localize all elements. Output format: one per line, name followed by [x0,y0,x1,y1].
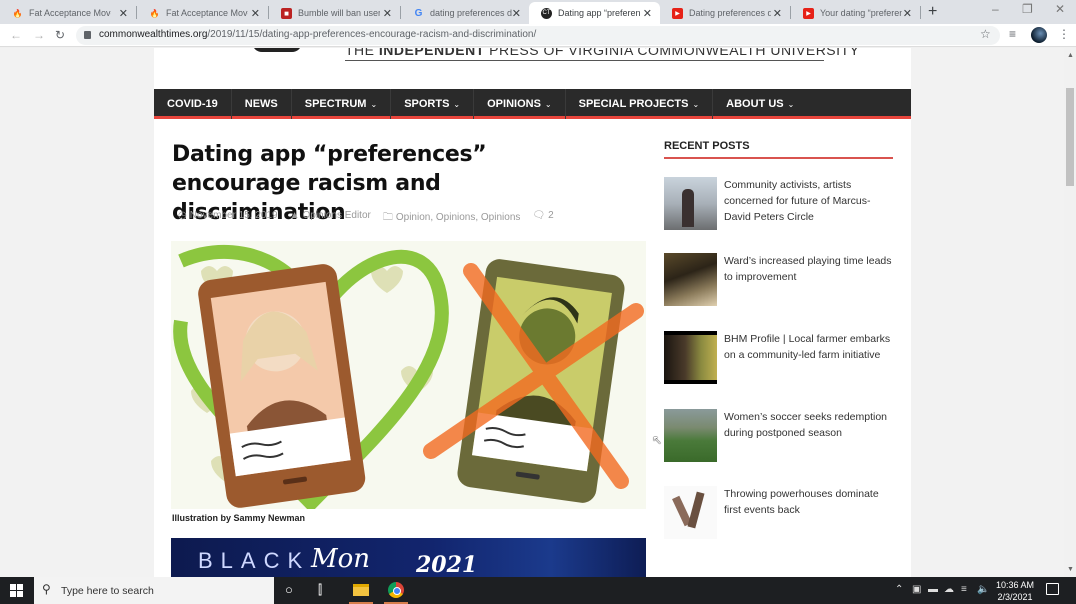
article-author[interactable]: ▲ Opinions Editor [290,210,371,227]
nav-spectrum[interactable]: SPECTRUM ⌄ [292,89,392,119]
ct-icon: CT [541,7,552,19]
browser-tab[interactable]: ■ Bumble will ban users ✕ [269,2,400,24]
dating-app-illustration [171,241,646,509]
post-thumbnail[interactable] [664,331,717,384]
user-icon: ▲ [289,210,300,221]
browser-tab-active[interactable]: CT Dating app “preferenc ✕ [529,2,660,24]
browser-tab[interactable]: ▶ Dating preferences dis ✕ [660,2,790,24]
chevron-down-icon: ⌄ [787,99,795,109]
black-history-month-banner[interactable]: BLACK Mon 2021 [171,538,646,577]
green-flame-icon: 🔥 [149,8,160,18]
browser-tab[interactable]: 🔥 Fat Acceptance Moveme ✕ [137,2,268,24]
url-text[interactable]: commonwealthtimes.org/2019/11/15/dating-… [99,29,536,40]
youtube-icon: ▶ [672,7,683,19]
close-tab-icon[interactable]: ✕ [773,7,782,20]
mouse-cursor: ↖ [652,433,663,447]
chrome-icon[interactable] [388,582,404,598]
windows-start-icon[interactable] [10,584,23,597]
close-tab-icon[interactable]: ✕ [512,7,521,20]
chevron-down-icon: ⌄ [370,99,378,109]
comment-icon: 🗨 [532,210,546,221]
close-tab-icon[interactable]: ✕ [119,7,128,20]
folder-icon: 🗀 [382,212,393,223]
article-hero-image [171,241,646,509]
reading-list-icon[interactable]: ≡ [1009,27,1016,41]
chevron-down-icon: ⌄ [453,99,461,109]
post-thumbnail[interactable] [664,409,717,462]
file-explorer-icon[interactable] [353,584,369,596]
onedrive-cloud-icon[interactable]: ☁ [944,584,954,595]
windows-taskbar: ⚲ Type here to search ○ ⫿ ⌃ ▣ ▬ ☁ ≡ 🔈 10… [0,577,1076,604]
restore-icon[interactable]: ❐ [1022,2,1033,16]
nav-covid-19[interactable]: COVID-19 [154,89,232,119]
close-tab-icon[interactable]: ✕ [251,7,260,20]
green-flame-icon: 🔥 [12,8,23,18]
article-categories[interactable]: 🗀 Opinion, Opinions, Opinions [383,210,521,227]
new-tab-button[interactable]: + [928,3,937,21]
nav-sports[interactable]: SPORTS ⌄ [391,89,475,119]
google-icon: G [414,7,423,19]
scroll-up-arrow-icon[interactable]: ▲ [1067,52,1074,59]
profile-avatar[interactable] [1031,27,1047,43]
lock-icon [84,31,91,39]
article-comments[interactable]: 🗨 2 [532,210,553,227]
main-nav: COVID-19 NEWS SPECTRUM ⌄ SPORTS ⌄ OPINIONS… [154,89,911,119]
page-content: THE INDEPENDENT PRESS OF VIRGINIA COMMON… [154,48,911,577]
recent-posts-divider [664,157,893,159]
search-icon: ⚲ [42,582,51,596]
nav-special-projects[interactable]: SPECIAL PROJECTS ⌄ [566,89,714,119]
browser-tab[interactable]: ▶ Your dating “preferenc ✕ [791,2,920,24]
youtube-icon: ▶ [803,7,814,19]
cortana-icon[interactable]: ○ [285,582,293,597]
recent-posts-heading: RECENT POSTS [664,140,750,152]
close-tab-icon[interactable]: ✕ [903,7,912,20]
back-icon[interactable]: ← [10,28,22,42]
taskbar-search[interactable]: ⚲ Type here to search [34,577,274,604]
browser-tab[interactable]: G dating preferences dis ✕ [401,2,529,24]
nav-opinions[interactable]: OPINIONS ⌄ [474,89,566,119]
notification-center-icon[interactable] [1046,583,1059,595]
site-logo[interactable] [252,48,302,52]
page-scrollbar[interactable]: ▲ ▼ [1064,48,1076,577]
bookmark-star-icon[interactable]: ☆ [980,27,991,41]
wifi-icon[interactable]: ≡ [961,584,967,595]
forward-icon[interactable]: → [33,28,45,42]
reload-icon[interactable]: ↻ [55,28,65,42]
clock-icon: ◷ [178,210,187,221]
browser-tab[interactable]: 🔥 Fat Acceptance Moveme ✕ [0,2,136,24]
scroll-thumb[interactable] [1066,88,1074,186]
post-thumbnail[interactable] [664,253,717,306]
page-viewport: THE INDEPENDENT PRESS OF VIRGINIA COMMON… [0,48,1064,577]
close-tab-icon[interactable]: ✕ [383,7,392,20]
nav-news[interactable]: NEWS [232,89,292,119]
article-meta: ◷ November 15, 2019 ▲ Opinions Editor 🗀 Opi… [178,210,554,227]
address-bar[interactable]: commonwealthtimes.org/2019/11/15/dating-… [76,26,1000,45]
site-tagline: THE INDEPENDENT PRESS OF VIRGINIA COMMON… [345,48,860,58]
tab-separator [920,6,921,19]
red-square-icon: ■ [281,7,292,19]
tagline-divider [345,60,824,61]
chevron-down-icon: ⌄ [692,99,700,109]
minimize-icon[interactable]: – [992,2,999,16]
volume-icon[interactable]: 🔈 [977,584,989,595]
nav-about-us[interactable]: ABOUT US ⌄ [713,89,807,119]
close-tab-icon[interactable]: ✕ [643,7,652,20]
show-hidden-icons-icon[interactable]: ⌃ [895,584,903,595]
close-window-icon[interactable]: ✕ [1055,2,1065,16]
browser-tab-bar: 🔥 Fat Acceptance Moveme ✕ 🔥 Fat Acceptan… [0,0,1076,24]
post-thumbnail[interactable] [664,177,717,230]
task-view-icon[interactable]: ⫿ [318,582,322,598]
browser-toolbar: ← → ↻ commonwealthtimes.org/2019/11/15/d… [0,24,1076,47]
menu-kebab-icon[interactable]: ⋮ [1058,27,1070,41]
system-clock[interactable]: 10:36 AM 2/3/2021 [996,579,1034,603]
image-caption: Illustration by Sammy Newman [172,513,306,523]
chevron-down-icon: ⌄ [544,99,552,109]
battery-icon[interactable]: ▬ [928,584,938,595]
tablet-icon[interactable]: ▣ [912,584,921,595]
post-thumbnail[interactable] [664,486,717,539]
article-date: ◷ November 15, 2019 [178,210,278,221]
scroll-down-arrow-icon[interactable]: ▼ [1067,566,1074,573]
